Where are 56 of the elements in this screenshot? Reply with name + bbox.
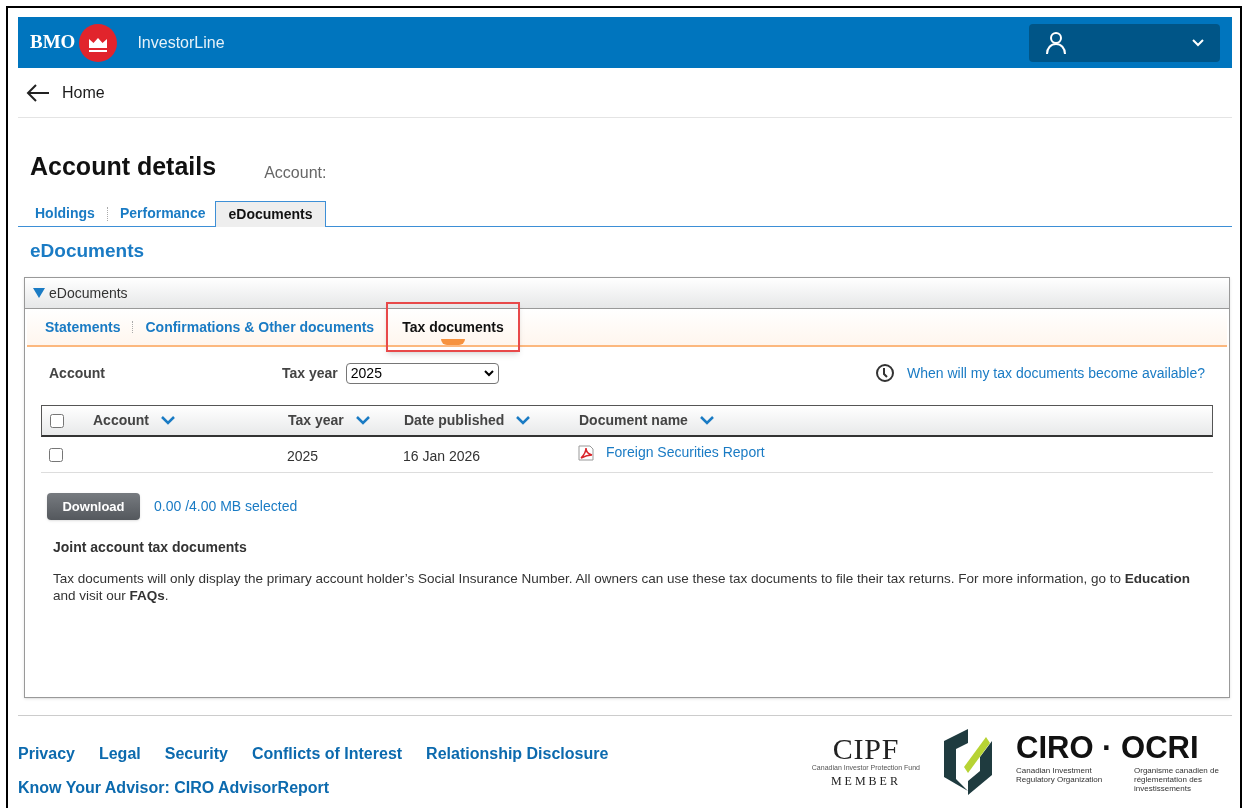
account-filter-label: Account bbox=[49, 363, 106, 383]
document-link[interactable]: Foreign Securities Report bbox=[606, 442, 765, 463]
chevron-down-icon bbox=[483, 369, 494, 377]
cipf-member-text: MEMBER bbox=[830, 773, 901, 790]
section-title: eDocuments bbox=[30, 238, 146, 263]
selection-size: 0.00 /4.00 MB selected bbox=[154, 497, 298, 516]
profile-menu-button[interactable] bbox=[1029, 23, 1220, 62]
footer-link[interactable]: Know Your Advisor: CIRO AdvisorReport bbox=[18, 776, 609, 800]
tax-year-label: Tax year bbox=[282, 363, 338, 383]
sub-tab[interactable]: Tax documents bbox=[402, 316, 504, 338]
footer-link[interactable]: Relationship Disclosure bbox=[426, 742, 609, 766]
table-cell-text: 16 Jan 2026 bbox=[403, 447, 482, 466]
tab[interactable]: Holdings bbox=[35, 201, 95, 226]
product-name: InvestorLine bbox=[137, 32, 225, 53]
panel-header[interactable]: eDocuments bbox=[25, 278, 1229, 309]
sort-chevron-icon[interactable] bbox=[161, 416, 175, 425]
cipf-logo-text: CIPF bbox=[832, 734, 900, 764]
shield-logo-icon bbox=[942, 727, 994, 797]
page-title: Account details bbox=[30, 151, 217, 182]
footer-link[interactable]: Conflicts of Interest bbox=[251, 742, 403, 766]
back-arrow-icon bbox=[26, 82, 50, 103]
selected-pointer bbox=[441, 338, 465, 345]
table-cell-text: 2025 bbox=[287, 447, 320, 466]
ciro-english-name: Canadian Investment Regulatory Organization bbox=[1016, 765, 1104, 786]
footer-link[interactable]: Legal bbox=[98, 742, 141, 766]
account-label: Account: bbox=[264, 162, 327, 183]
footer-link[interactable]: Security bbox=[164, 742, 228, 766]
ciro-logo-text: CIRO · OCRI bbox=[1016, 731, 1200, 764]
chevron-down-icon bbox=[1192, 38, 1204, 47]
note-text: Tax documents will only display the primary account holder’s Social Insurance Number. All owners can use these tax documents to file their tax returns. For more information, go to Education and visit our FAQs. bbox=[53, 570, 1192, 604]
ciro-french-name: Organisme canadien de réglementation des investissements bbox=[1134, 765, 1220, 793]
select-all-checkbox[interactable] bbox=[50, 413, 64, 428]
tab[interactable]: Performance bbox=[119, 201, 206, 226]
user-icon bbox=[1045, 30, 1067, 55]
note-title: Joint account tax documents bbox=[53, 538, 248, 557]
download-button[interactable]: Download bbox=[47, 493, 140, 520]
availability-help-link[interactable]: When will my tax documents become available? bbox=[906, 362, 1205, 384]
sub-tab[interactable]: Statements bbox=[45, 316, 121, 338]
sort-chevron-icon[interactable] bbox=[355, 416, 370, 425]
column-header[interactable]: Tax year bbox=[288, 410, 344, 431]
sort-chevron-icon[interactable] bbox=[516, 416, 531, 425]
sort-chevron-icon[interactable] bbox=[699, 416, 714, 425]
row-checkbox[interactable] bbox=[49, 447, 63, 462]
sub-tab[interactable]: Confirmations & Other documents bbox=[145, 316, 375, 338]
pdf-file-icon bbox=[578, 444, 594, 461]
column-header[interactable]: Document name bbox=[579, 410, 688, 431]
triangle-down-icon bbox=[33, 288, 45, 298]
tab[interactable]: eDocuments bbox=[215, 200, 326, 227]
column-header[interactable]: Date published bbox=[404, 410, 505, 431]
logo-icon bbox=[79, 23, 118, 62]
column-header[interactable]: Account bbox=[93, 410, 149, 431]
tax-year-select[interactable]: 2025 bbox=[345, 362, 499, 384]
home-link[interactable]: Home bbox=[26, 80, 105, 105]
footer-link[interactable]: Privacy bbox=[18, 742, 75, 766]
clock-icon bbox=[874, 363, 895, 383]
logo-text: BMO bbox=[30, 30, 76, 55]
